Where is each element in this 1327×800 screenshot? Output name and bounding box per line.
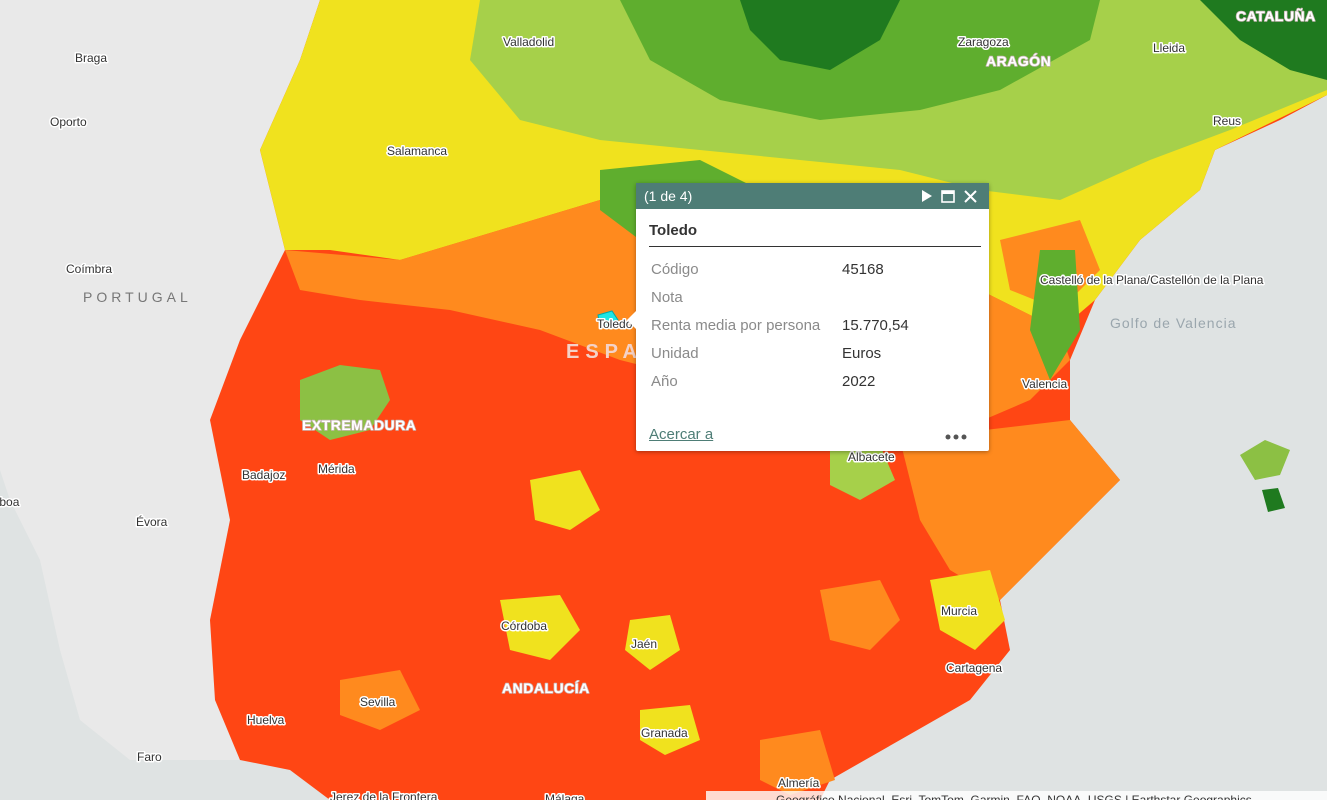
city-label-murcia: Murcia bbox=[941, 604, 977, 618]
city-label-lleida: Lleida bbox=[1153, 41, 1185, 55]
field-label: Unidad bbox=[651, 344, 699, 362]
map-attribution: Geográfico Nacional, Esri, TomTom, Garmi… bbox=[706, 791, 1327, 800]
city-label-malaga: Málaga bbox=[545, 792, 585, 800]
next-feature-button[interactable] bbox=[915, 185, 937, 207]
field-value: 45168 bbox=[842, 260, 884, 278]
zoom-to-link[interactable]: Acercar a bbox=[649, 426, 945, 443]
city-label-huelva: Huelva bbox=[247, 713, 285, 727]
city-label-sevilla: Sevilla bbox=[360, 695, 396, 709]
popup-title: Toledo bbox=[649, 222, 981, 247]
close-button[interactable] bbox=[959, 185, 981, 207]
popup-pointer bbox=[627, 311, 636, 329]
city-label-jaen: Jaén bbox=[631, 637, 657, 651]
close-icon bbox=[963, 189, 977, 203]
play-icon bbox=[921, 190, 932, 202]
city-label-coimbra: Coímbra bbox=[66, 262, 112, 276]
popup-feature-counter: (1 de 4) bbox=[644, 188, 693, 204]
popup-footer: Acercar a bbox=[649, 426, 967, 443]
feature-popup: (1 de 4) Toledo Código 45168 Nota Renta m… bbox=[627, 183, 989, 451]
popup-header: (1 de 4) bbox=[636, 183, 989, 209]
more-options-button[interactable] bbox=[945, 427, 967, 443]
field-value: Euros bbox=[842, 344, 882, 362]
city-label-faro: Faro bbox=[137, 750, 162, 764]
table-row: Nota bbox=[649, 283, 909, 311]
field-label: Renta media por persona bbox=[651, 316, 821, 334]
city-label-valladolid: Valladolid bbox=[503, 35, 554, 49]
table-row: Año 2022 bbox=[649, 367, 909, 395]
country-label-portugal: PORTUGAL bbox=[83, 289, 192, 305]
city-label-braga: Braga bbox=[75, 51, 107, 65]
city-label-castellon: Castelló de la Plana/Castellón de la Pla… bbox=[1040, 273, 1264, 287]
maximize-icon bbox=[941, 189, 955, 203]
city-label-badajoz: Badajoz bbox=[242, 468, 285, 482]
region-label-aragon: ARAGÓN bbox=[986, 52, 1051, 69]
city-label-merida: Mérida bbox=[318, 462, 355, 476]
field-label: Código bbox=[651, 260, 699, 278]
table-row: Unidad Euros bbox=[649, 339, 909, 367]
city-label-salamanca: Salamanca bbox=[387, 144, 447, 158]
field-label: Nota bbox=[651, 288, 683, 306]
table-row: Renta media por persona 15.770,54 bbox=[649, 311, 909, 339]
city-label-almeria: Almería bbox=[778, 776, 820, 790]
region-label-cataluna: CATALUÑA bbox=[1236, 7, 1316, 24]
city-label-lisboa: Lisboa bbox=[0, 495, 20, 509]
region-label-andalucia: ANDALUCÍA bbox=[502, 680, 590, 696]
popup-attribute-table: Código 45168 Nota Renta media por persona… bbox=[649, 255, 909, 395]
city-label-cordoba: Córdoba bbox=[501, 619, 547, 633]
city-label-cartagena: Cartagena bbox=[946, 661, 1002, 675]
maximize-button[interactable] bbox=[937, 185, 959, 207]
city-label-granada: Granada bbox=[641, 726, 688, 740]
city-label-albacete: Albacete bbox=[848, 450, 895, 464]
city-label-valencia: Valencia bbox=[1022, 377, 1067, 391]
city-label-jerez: Jerez de la Frontera bbox=[330, 790, 438, 800]
city-label-evora: Évora bbox=[136, 514, 168, 529]
city-label-zaragoza: Zaragoza bbox=[958, 35, 1009, 49]
city-label-reus: Reus bbox=[1213, 114, 1241, 128]
table-row: Código 45168 bbox=[649, 255, 909, 283]
more-horizontal-icon bbox=[945, 434, 967, 439]
field-value bbox=[840, 283, 909, 311]
field-value: 2022 bbox=[842, 372, 876, 390]
field-label: Año bbox=[651, 372, 678, 390]
city-label-oporto: Oporto bbox=[50, 115, 87, 129]
region-label-extremadura: EXTREMADURA bbox=[302, 417, 416, 433]
sea-label-golfo-valencia: Golfo de Valencia bbox=[1110, 315, 1236, 331]
field-value: 15.770,54 bbox=[842, 316, 909, 334]
